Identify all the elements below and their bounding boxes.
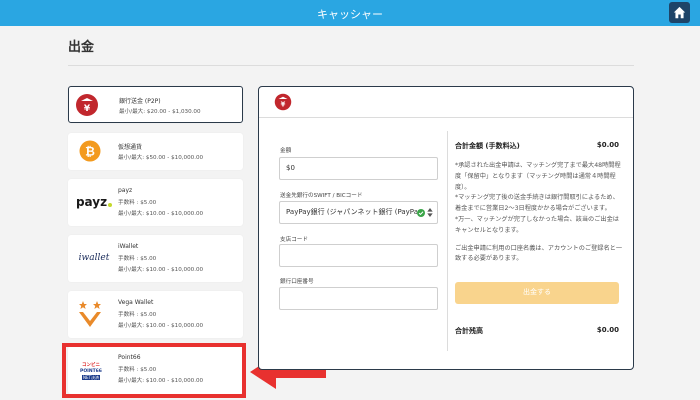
bank-select-value: PayPay銀行 (ジャパンネット銀行 (PayPay bbox=[286, 208, 423, 216]
bitcoin-icon: ₿ bbox=[79, 140, 101, 162]
withdraw-submit-button[interactable]: 出金する bbox=[455, 282, 619, 304]
method-limit: 最小/最大: $20.00 - $1,030.00 bbox=[119, 109, 201, 115]
check-circle-icon bbox=[417, 208, 425, 217]
amount-label: 金額 bbox=[280, 148, 292, 154]
method-limit: 最小/最大: $50.00 - $10,000.00 bbox=[118, 155, 204, 161]
bank-select[interactable]: PayPay銀行 (ジャパンネット銀行 (PayPay bbox=[279, 201, 438, 224]
page-header-title: キャッシャー bbox=[317, 8, 383, 21]
account-number-input[interactable] bbox=[279, 287, 438, 310]
total-amount-value: $0.00 bbox=[596, 141, 619, 149]
method-name: 銀行送金 (P2P) bbox=[119, 98, 161, 105]
note-item: *承認された出金申請は、マッチング完了まで最大48時間程度「保留中」となります（… bbox=[455, 162, 621, 191]
method-name: Vega Wallet bbox=[118, 299, 154, 306]
payz-logo: payz bbox=[74, 193, 114, 211]
vega-wallet-logo bbox=[76, 299, 104, 329]
method-bank-transfer[interactable]: ¥ 銀行送金 (P2P) 最小/最大: $20.00 - $1,030.00 bbox=[68, 86, 243, 123]
svg-text:₿: ₿ bbox=[85, 145, 95, 159]
note-item: ご出金申請に利用の口座名義は、アカウントのご登録名と一致する必要があります。 bbox=[455, 244, 623, 263]
select-updown-icon bbox=[427, 208, 433, 217]
branch-code-input[interactable] bbox=[279, 244, 438, 267]
home-button[interactable] bbox=[669, 2, 690, 23]
method-fee: 手数料 : $5.00 bbox=[118, 256, 157, 262]
amount-input[interactable]: $0 bbox=[279, 157, 438, 180]
page-title: 出金 bbox=[68, 40, 95, 55]
total-balance-value: $0.00 bbox=[596, 326, 619, 334]
method-vega-wallet[interactable]: Vega Wallet 手数料 : $5.00 最小/最大: $10.00 - … bbox=[68, 291, 243, 338]
iwallet-logo-text: iwallet bbox=[78, 253, 110, 263]
method-name: payz bbox=[118, 187, 133, 194]
panel-divider bbox=[259, 117, 633, 118]
note-item: *マッチング完了後の送金手続きは銀行間取引によるため、着金までに営業日2～3日程… bbox=[455, 194, 619, 213]
method-limit: 最小/最大: $10.00 - $10,000.00 bbox=[118, 323, 204, 329]
method-fee: 手数料 : $5.00 bbox=[118, 200, 157, 206]
method-limit: 最小/最大: $10.00 - $10,000.00 bbox=[118, 211, 204, 217]
bank-code-label: 送金先銀行のSWIFT / BICコード bbox=[280, 193, 363, 199]
branch-code-label: 支店コード bbox=[280, 237, 308, 243]
method-crypto[interactable]: ₿ 仮想通貨 最小/最大: $50.00 - $10,000.00 bbox=[68, 133, 243, 170]
svg-text:¥: ¥ bbox=[84, 104, 91, 114]
payz-dot bbox=[108, 203, 113, 207]
top-bar: キャッシャー bbox=[0, 0, 700, 26]
method-fee: 手数料 : $5.00 bbox=[118, 312, 157, 318]
payz-logo-text: payz bbox=[75, 195, 108, 209]
note-item: *万一、マッチングが完了しなかった場合、該当のご出金はキャンセルとなります。 bbox=[455, 215, 619, 234]
method-name: iWallet bbox=[118, 243, 139, 250]
total-amount-label: 合計金額 (手数料込) bbox=[455, 142, 520, 150]
panel-column-divider bbox=[447, 131, 448, 351]
method-name: 仮想通貨 bbox=[118, 144, 143, 151]
bank-yen-icon: ¥ bbox=[75, 93, 99, 117]
iwallet-logo: iwallet bbox=[74, 250, 114, 266]
method-payz[interactable]: payz payz 手数料 : $5.00 最小/最大: $10.00 - $1… bbox=[68, 179, 243, 226]
home-icon bbox=[673, 6, 686, 19]
point66-highlight-box bbox=[62, 343, 246, 398]
withdrawal-notes: *承認された出金申請は、マッチング完了まで最大48時間程度「保留中」となります（… bbox=[455, 161, 623, 272]
total-balance-label: 合計残高 bbox=[455, 327, 483, 335]
method-limit: 最小/最大: $10.00 - $10,000.00 bbox=[118, 267, 204, 273]
panel-bank-icon: ¥ bbox=[274, 93, 292, 111]
account-number-label: 銀行口座番号 bbox=[280, 279, 314, 285]
withdrawal-panel: ¥ 金額 $0 送金先銀行のSWIFT / BICコード PayPay銀行 (ジ… bbox=[258, 86, 634, 370]
svg-text:¥: ¥ bbox=[281, 101, 286, 109]
title-divider bbox=[68, 65, 634, 66]
method-iwallet[interactable]: iwallet iWallet 手数料 : $5.00 最小/最大: $10.0… bbox=[68, 235, 243, 282]
bank-select-icons bbox=[417, 202, 433, 223]
